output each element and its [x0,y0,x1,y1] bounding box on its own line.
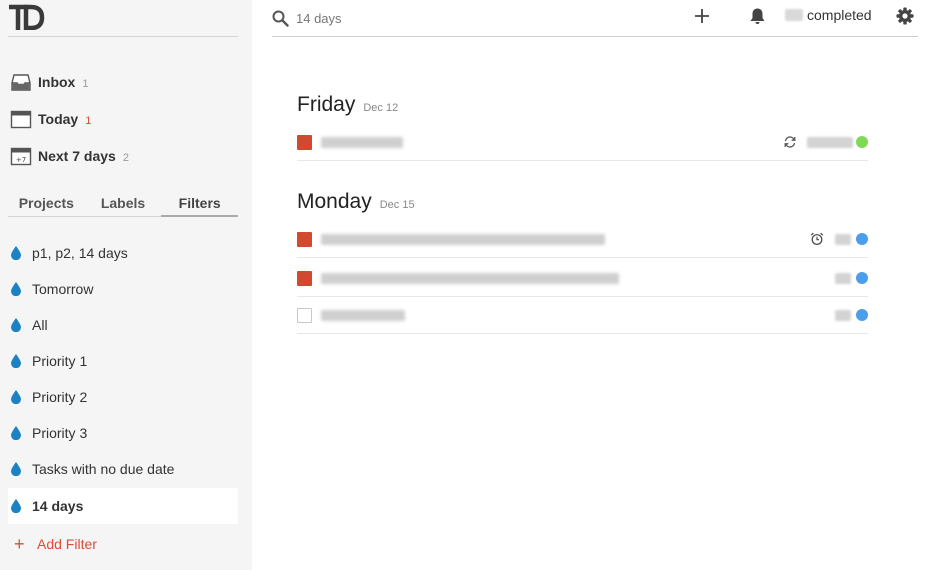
week-badge: +7 [16,156,26,164]
task-row[interactable] [297,297,868,334]
add-filter-label: Add Filter [37,536,97,552]
project-label-redacted [835,234,851,245]
day-name: Friday [297,93,356,116]
task-checkbox[interactable] [297,135,312,150]
sidebar-item-label: Next 7 days [38,148,116,164]
sidebar-item-label: Inbox [38,74,76,90]
inbox-icon [11,74,31,91]
filter-label: All [32,317,48,333]
sidebar-divider [8,36,238,37]
task-checkbox[interactable] [297,232,312,247]
drop-icon [11,462,21,476]
next-7-days-count: 2 [122,151,129,164]
filter-label: Priority 3 [32,425,88,441]
task-content-redacted [321,310,405,321]
sidebar-item-today[interactable]: Today 1 [10,106,240,132]
alarm-icon [810,232,824,245]
app-logo[interactable] [9,4,45,30]
bell-icon[interactable] [749,7,766,25]
filter-item-tomorrow[interactable]: Tomorrow [8,271,238,307]
topbar-divider [272,36,918,37]
plus-icon[interactable] [694,8,710,24]
task-row[interactable] [297,221,868,258]
drop-icon [11,282,21,296]
drop-icon [11,499,21,513]
plus-icon: + [14,534,25,554]
filter-item-all[interactable]: All [8,307,238,343]
task-checkbox[interactable] [297,271,312,286]
sidebar-item-inbox[interactable]: Inbox 1 [10,69,240,95]
filter-item-no-due-date[interactable]: Tasks with no due date [8,451,238,487]
project-color-dot [856,233,868,245]
filter-item-priority-3[interactable]: Priority 3 [8,415,238,451]
task-row[interactable] [297,260,868,297]
calendar-week-icon: +7 [10,147,32,166]
drop-icon [11,246,21,260]
day-date: Dec 12 [363,102,399,114]
today-count: 1 [85,114,92,127]
tab-projects[interactable]: Projects [8,193,85,217]
project-color-dot [856,136,868,148]
project-color-dot [856,309,868,321]
search-input[interactable] [296,8,596,28]
drop-icon [11,390,21,404]
filter-item-p1-p2-14-days[interactable]: p1, p2, 14 days [8,235,238,271]
task-content-redacted [321,273,619,284]
day-header-monday: Monday Dec 15 [297,190,415,214]
completed-label: completed [807,7,872,23]
task-checkbox[interactable] [297,308,312,323]
project-color-dot [856,272,868,284]
filter-label: Tomorrow [32,281,94,297]
project-label-redacted [835,273,851,284]
filter-item-priority-1[interactable]: Priority 1 [8,343,238,379]
sidebar-item-next-7-days[interactable]: +7 Next 7 days 2 [10,143,240,169]
tab-labels[interactable]: Labels [84,193,162,217]
filter-label: Priority 2 [32,389,88,405]
task-row[interactable] [297,124,868,161]
sidebar-tabs: Projects Labels Filters [8,193,239,217]
tab-filters[interactable]: Filters [161,193,239,217]
filter-item-14-days[interactable]: 14 days [8,488,238,524]
gear-icon[interactable] [896,7,914,25]
drop-icon [11,426,21,440]
task-content-redacted [321,137,403,148]
completed-count-redacted [785,9,803,21]
project-label-redacted [835,310,851,321]
inbox-count: 1 [82,77,89,90]
filter-label: Priority 1 [32,353,88,369]
day-name: Monday [297,190,372,213]
add-filter-button[interactable]: + Add Filter [14,533,97,555]
project-label-redacted [807,137,853,148]
day-date: Dec 15 [379,199,415,211]
calendar-today-icon [10,110,32,129]
filter-item-priority-2[interactable]: Priority 2 [8,379,238,415]
completed-toggle[interactable]: completed [785,6,872,24]
filter-label: p1, p2, 14 days [32,245,128,261]
sidebar: Inbox 1 Today 1 +7 Next 7 days 2 Project… [0,0,252,570]
search-icon[interactable] [272,10,289,27]
sidebar-item-label: Today [38,111,79,127]
drop-icon [11,354,21,368]
filter-label: Tasks with no due date [32,461,175,477]
recurring-icon [784,136,796,148]
task-content-redacted [321,234,605,245]
filter-label: 14 days [32,498,84,514]
day-header-friday: Friday Dec 12 [297,93,398,117]
drop-icon [11,318,21,332]
